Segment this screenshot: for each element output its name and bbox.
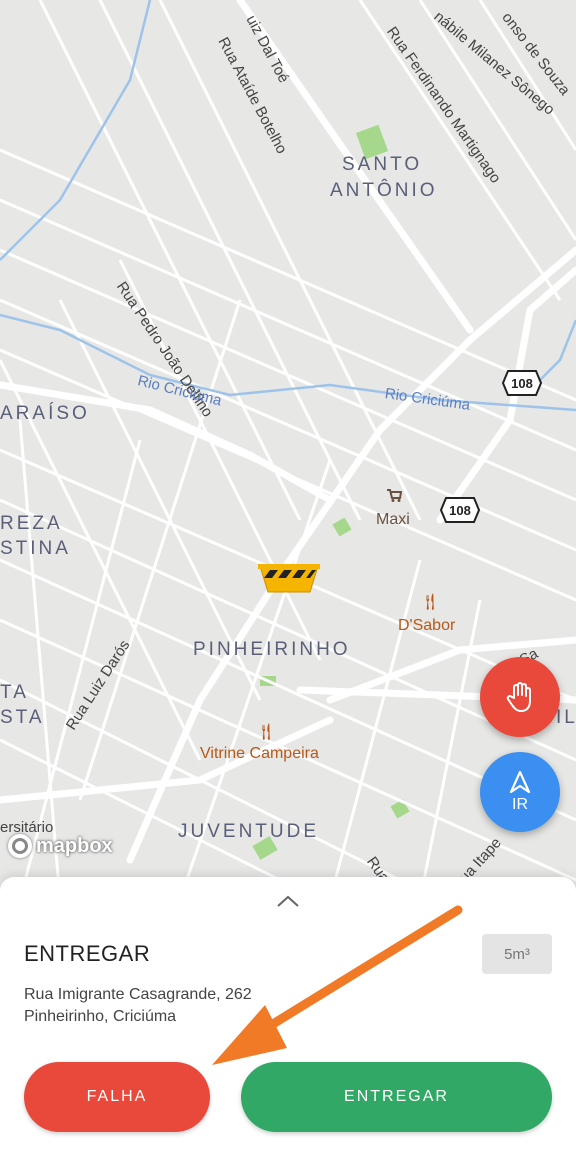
neighborhood-label: JUVENTUDE bbox=[178, 821, 320, 842]
address-line-1: Rua Imigrante Casagrande, 262 bbox=[24, 986, 252, 1003]
poi-label: Vitrine Campeira bbox=[200, 745, 319, 762]
neighborhood-label: STINA bbox=[0, 538, 71, 559]
poi-label: D'Sabor bbox=[398, 617, 456, 634]
route-shield: 108 bbox=[502, 370, 542, 396]
cart-icon bbox=[386, 488, 403, 507]
navigate-button[interactable]: IR bbox=[480, 752, 560, 832]
neighborhood-label: STA bbox=[0, 707, 45, 728]
neighborhood-label: ANTÔNIO bbox=[330, 180, 438, 201]
navigation-arrow-icon bbox=[509, 770, 531, 794]
route-shield: 108 bbox=[440, 497, 480, 523]
fork-knife-icon: 🍴︎ bbox=[420, 594, 441, 611]
volume-badge: 5m³ bbox=[482, 934, 552, 974]
fail-button[interactable]: FALHA bbox=[24, 1062, 210, 1132]
sheet-title: ENTREGAR bbox=[24, 941, 151, 966]
neighborhood-label: PINHEIRINHO bbox=[193, 639, 351, 660]
fork-knife-icon: 🍴︎ bbox=[256, 724, 277, 741]
neighborhood-label: IL bbox=[556, 707, 576, 728]
navigate-label: IR bbox=[512, 796, 528, 813]
neighborhood-label: REZA bbox=[0, 513, 63, 534]
stop-button[interactable] bbox=[480, 657, 560, 737]
chevron-up-icon[interactable] bbox=[276, 893, 300, 914]
mapbox-logo-icon bbox=[8, 834, 32, 858]
hand-icon bbox=[506, 682, 531, 712]
mapbox-logo: mapbox bbox=[8, 834, 113, 858]
poi-label: Maxi bbox=[376, 511, 410, 528]
container-marker-icon[interactable] bbox=[258, 562, 320, 601]
deliver-button[interactable]: ENTREGAR bbox=[241, 1062, 552, 1132]
address-line-2: Pinheirinho, Criciúma bbox=[24, 1008, 177, 1025]
neighborhood-label: SANTO bbox=[342, 154, 423, 175]
neighborhood-label: TA bbox=[0, 682, 29, 703]
neighborhood-label: ARAÍSO bbox=[0, 403, 90, 424]
